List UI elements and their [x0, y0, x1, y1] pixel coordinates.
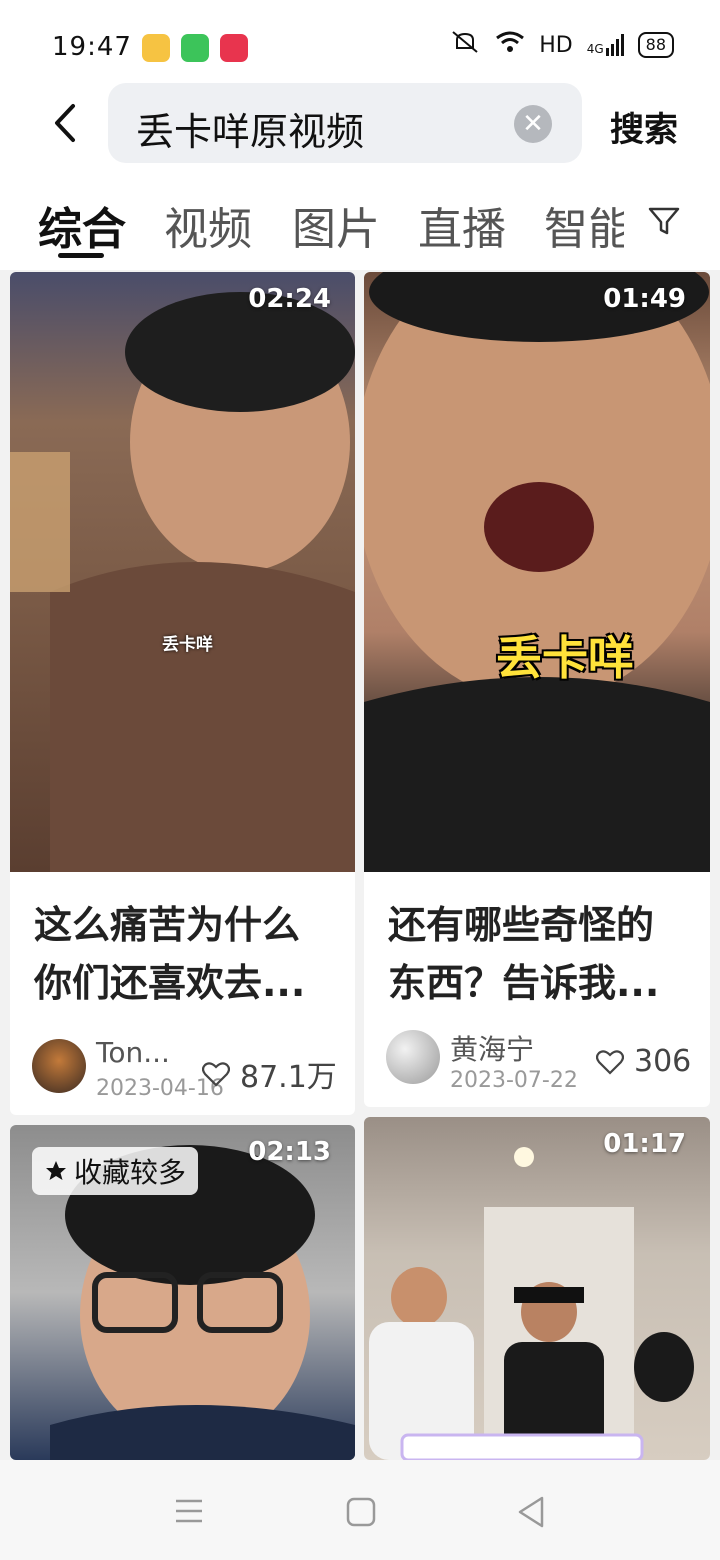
tab-video[interactable]: 视频: [164, 193, 252, 257]
like-count[interactable]: 87.1万: [202, 1052, 337, 1096]
post-date: 2023-07-22: [450, 1068, 578, 1093]
filter-icon[interactable]: [646, 203, 682, 239]
video-title: 还有哪些奇怪的 东西？告诉我...: [388, 903, 660, 1005]
video-card[interactable]: 01:17: [364, 1117, 710, 1460]
video-duration: 02:13: [248, 1137, 331, 1167]
messages-app-icon: [181, 34, 209, 62]
network-label: HD: [539, 32, 573, 58]
category-tabs: 综合 视频 图片 直播 智能: [0, 175, 720, 270]
music-app-icon: [220, 34, 248, 62]
video-card[interactable]: 02:24 丢卡咩 这么痛苦为什么 你们还喜欢去... Ton... 2023-…: [10, 272, 355, 1115]
avatar[interactable]: [386, 1030, 440, 1084]
author-name[interactable]: 黄海宁: [450, 1028, 534, 1068]
tab-comprehensive[interactable]: 综合: [38, 193, 126, 257]
video-card[interactable]: 01:49 丢卡咩 还有哪些奇怪的 东西？告诉我... 黄海宁 2023-07-…: [364, 272, 710, 1107]
video-duration: 02:24: [248, 284, 331, 314]
video-thumbnail: 02:24 丢卡咩: [10, 272, 355, 872]
star-icon: [46, 1161, 66, 1180]
most-favorited-badge: 收藏较多: [32, 1147, 199, 1195]
video-duration: 01:49: [603, 284, 686, 314]
back-nav-icon[interactable]: [516, 1496, 546, 1532]
back-button[interactable]: [45, 98, 85, 148]
video-thumbnail: 收藏较多 02:13: [10, 1125, 355, 1460]
search-query-text: 丢卡咩原视频: [136, 110, 365, 154]
thumbnail-figure: [10, 292, 355, 872]
thumbnail-figure: [369, 1147, 694, 1460]
thumbnail-figure: [364, 272, 710, 872]
heart-icon: [202, 1062, 230, 1087]
video-title: 这么痛苦为什么 你们还喜欢去...: [34, 903, 306, 1005]
tab-live[interactable]: 直播: [418, 193, 506, 257]
like-count[interactable]: 306: [596, 1044, 691, 1079]
signal-icon: 4G: [587, 34, 624, 56]
video-thumbnail: 01:49 丢卡咩: [364, 272, 710, 872]
home-icon[interactable]: [346, 1497, 376, 1531]
avatar[interactable]: [32, 1039, 86, 1093]
search-button[interactable]: 搜索: [610, 102, 678, 151]
status-bar: 19:47 HD 4G 88: [0, 0, 720, 80]
system-nav-bar: [0, 1460, 720, 1560]
tab-smart[interactable]: 智能: [544, 193, 624, 257]
overlay-caption: 丢卡咩: [496, 631, 634, 685]
reader-app-icon: [142, 34, 170, 62]
menu-icon[interactable]: [174, 1498, 204, 1528]
status-time: 19:47: [52, 32, 132, 62]
mute-icon: [449, 30, 481, 60]
battery-icon: 88: [637, 32, 674, 58]
active-tab-indicator: [58, 253, 104, 258]
overlay-caption: 丢卡咩: [162, 635, 213, 655]
author-name[interactable]: Ton...: [96, 1036, 170, 1069]
search-input[interactable]: 丢卡咩原视频 ✕: [108, 83, 582, 163]
heart-icon: [596, 1049, 624, 1075]
wifi-icon: [495, 30, 525, 60]
video-card[interactable]: 收藏较多 02:13: [10, 1125, 355, 1460]
tab-image[interactable]: 图片: [292, 193, 380, 257]
video-thumbnail: 01:17: [364, 1117, 710, 1460]
clear-icon[interactable]: ✕: [514, 105, 552, 143]
search-header: 丢卡咩原视频 ✕ 搜索: [0, 80, 720, 175]
video-duration: 01:17: [603, 1129, 686, 1159]
